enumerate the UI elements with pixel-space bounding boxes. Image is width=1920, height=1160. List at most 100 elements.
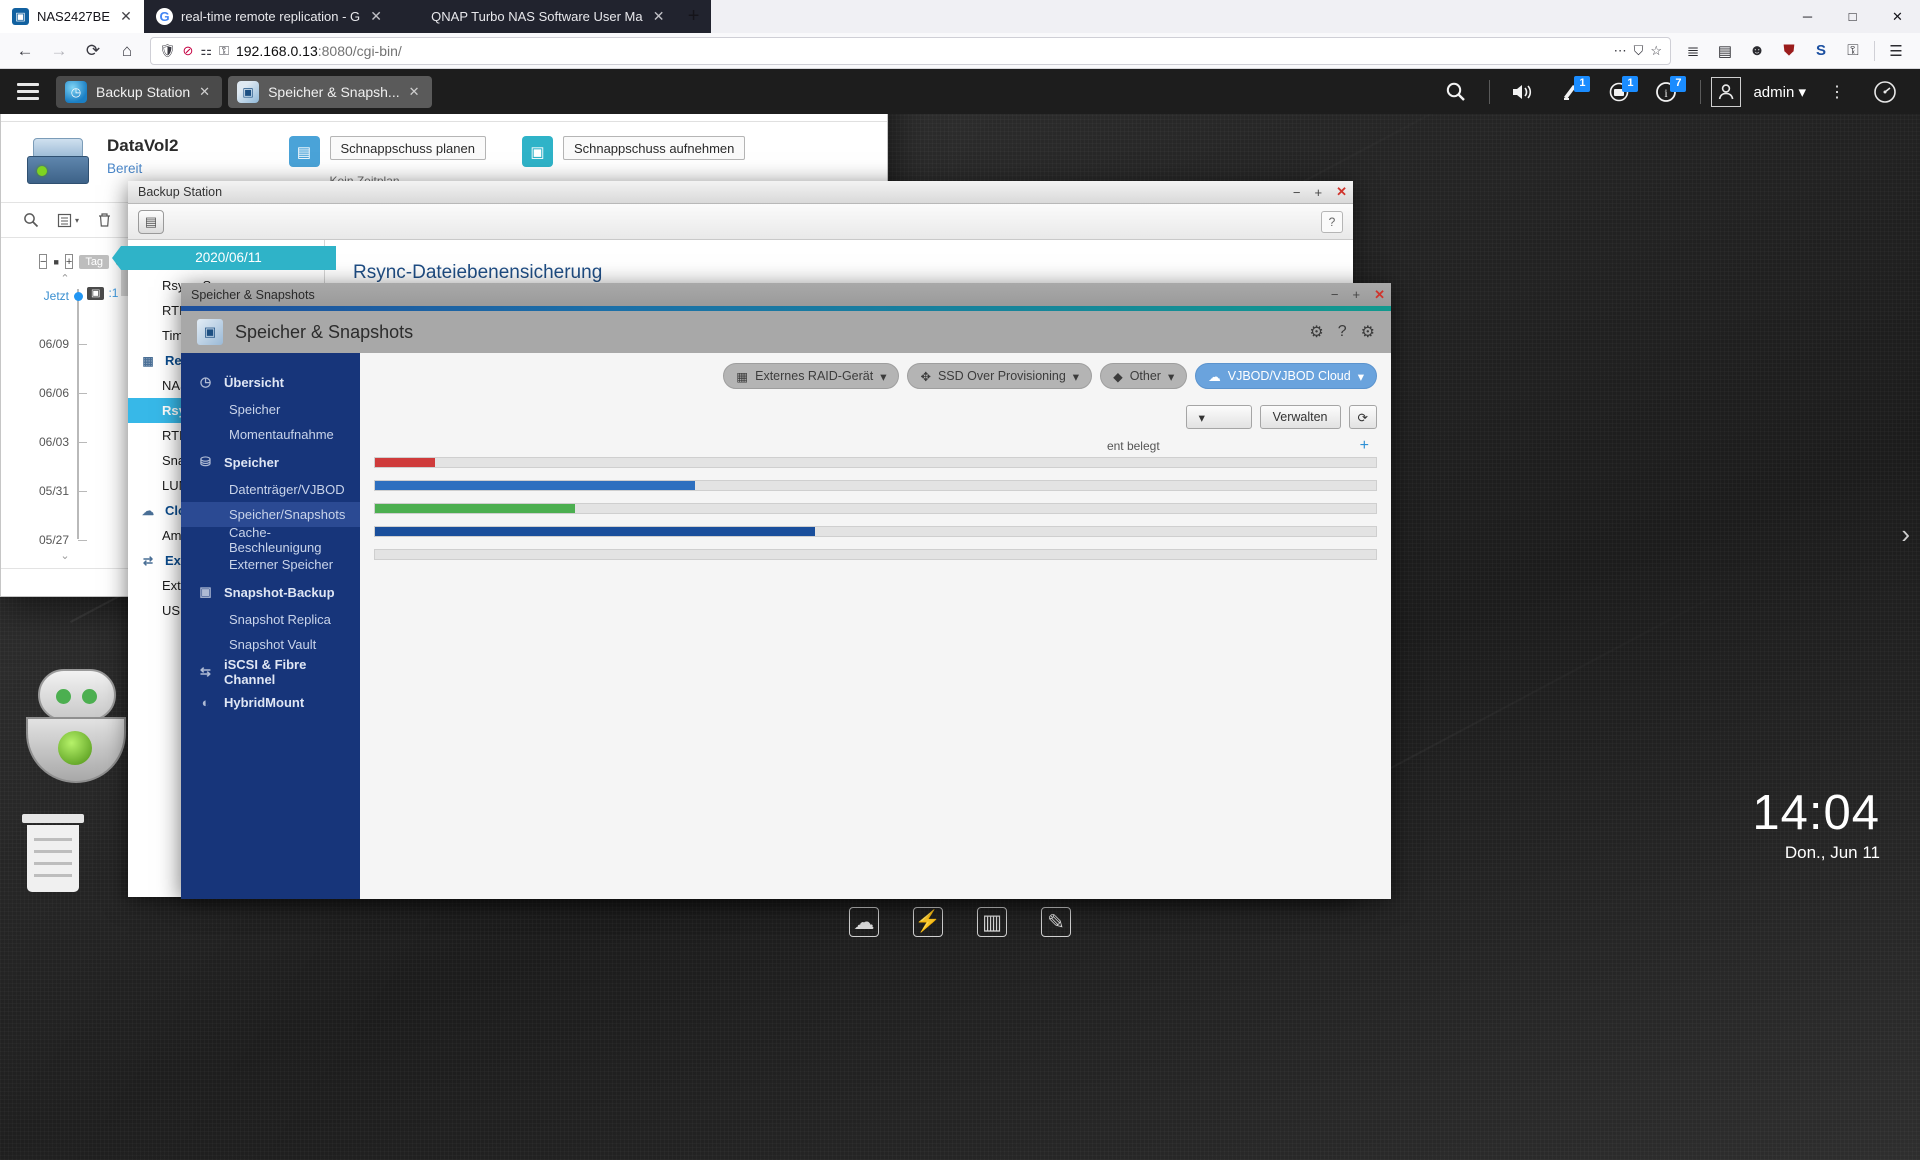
browser-tab-0[interactable]: ▣ NAS2427BE ✕	[0, 0, 144, 33]
close-icon[interactable]: ✕	[368, 8, 384, 25]
zoom-out-button[interactable]: −	[39, 254, 48, 269]
help-button[interactable]: ?	[1321, 210, 1343, 233]
browser-tab-2[interactable]: QNAP Turbo NAS Software User Ma ✕	[394, 0, 677, 33]
search-icon[interactable]	[1433, 69, 1479, 114]
scroll-up-icon[interactable]: ⌃	[9, 272, 121, 285]
pill-ssd-over-provisioning[interactable]: ✥ SSD Over Provisioning ▾	[907, 363, 1093, 389]
taskbar-item-storage-snapshots[interactable]: ▣ Speicher & Snapsh... ✕	[228, 75, 432, 108]
pill-vjbod-cloud[interactable]: ☁ VJBOD/VJBOD Cloud ▾	[1195, 363, 1377, 389]
nav-item-speicher[interactable]: ⛁ Speicher	[181, 447, 360, 477]
close-icon[interactable]: ✕	[199, 84, 210, 100]
library-icon[interactable]: ≣	[1677, 36, 1709, 66]
nav-item-externer-speicher[interactable]: Externer Speicher	[181, 552, 360, 577]
minimize-button[interactable]: −	[1293, 185, 1301, 200]
app-menu-icon[interactable]: ☰	[1880, 36, 1912, 66]
pill-other[interactable]: ◆ Other ▾	[1100, 363, 1188, 389]
close-button[interactable]: ✕	[1336, 184, 1347, 200]
add-icon[interactable]: +	[1360, 437, 1369, 455]
close-button[interactable]: ✕	[1875, 0, 1920, 33]
close-icon[interactable]: ✕	[409, 84, 420, 100]
minimize-button[interactable]: ─	[1785, 0, 1830, 33]
new-tab-button[interactable]: +	[676, 0, 711, 33]
close-button[interactable]: ✕	[1374, 287, 1385, 303]
maximize-button[interactable]: □	[1830, 0, 1875, 33]
nav-item-snapshot-replica[interactable]: Snapshot Replica	[181, 607, 360, 632]
nav-item-cache-beschleunigung[interactable]: Cache-Beschleunigung	[181, 525, 360, 555]
close-icon[interactable]: ✕	[118, 8, 134, 25]
back-icon[interactable]: ←	[8, 36, 42, 66]
settings-gear-icon[interactable]: ⚙	[1361, 322, 1375, 342]
home-icon[interactable]: ⌂	[110, 36, 144, 66]
pill-externes-raid-gerat[interactable]: ▦ Externes RAID-Gerät ▾	[723, 363, 900, 389]
nav-item-snapshot-backup[interactable]: ▣ Snapshot-Backup	[181, 577, 360, 607]
refresh-icon[interactable]: ⟳	[1348, 405, 1377, 429]
filter-dropdown[interactable]: ▾	[1185, 405, 1252, 429]
qboost-icon[interactable]: ⚡	[913, 907, 943, 937]
window-icon[interactable]: ▥	[977, 907, 1007, 937]
minimize-button[interactable]: −	[1331, 287, 1339, 302]
schedule-snapshot-button[interactable]: Schnappschuss planen	[329, 136, 486, 160]
storage-toolbar-pills: ▦ Externes RAID-Gerät ▾ ✥ SSD Over Provisio…	[360, 353, 1391, 399]
delete-icon[interactable]	[97, 212, 112, 228]
account-icon[interactable]: ☻	[1741, 36, 1773, 66]
notes-icon[interactable]: ✎	[1041, 907, 1071, 937]
nav-item-speicher-overview[interactable]: Speicher	[181, 397, 360, 422]
panel-toggle-icon[interactable]: ▤	[138, 209, 164, 234]
global-settings-icon[interactable]: ⚙	[1309, 322, 1323, 342]
pocket-icon[interactable]: ⛉	[1634, 43, 1644, 59]
list-view-icon[interactable]: ▾	[57, 213, 79, 228]
storage-snapshots-window: Speicher & Snapshots − + ✕ ▣ Speicher & …	[181, 283, 1391, 899]
cloud-icon[interactable]: ☁	[849, 907, 879, 937]
maximize-button[interactable]: +	[1315, 185, 1323, 200]
volume-icon[interactable]	[1500, 69, 1546, 114]
shield-icon[interactable]: 🛡	[159, 43, 176, 59]
no-cookie-icon[interactable]: ⊘	[183, 43, 194, 59]
scroll-down-icon[interactable]: ⌄	[9, 549, 121, 562]
user-menu[interactable]: admin ▾	[1753, 83, 1806, 101]
nav-item-iscsi-fibre-channel[interactable]: ⇆ iSCSI & Fibre Channel	[181, 657, 360, 687]
browser-tab-1[interactable]: G real-time remote replication - G ✕	[144, 0, 395, 33]
key-icon[interactable]: ⚿	[219, 43, 229, 59]
maximize-button[interactable]: +	[1353, 287, 1361, 302]
url-input[interactable]: 192.168.0.13:8080/cgi-bin/	[236, 43, 1607, 59]
external-devices-icon[interactable]: 1	[1596, 69, 1642, 114]
timeline-unit-chip[interactable]: Tag	[79, 254, 110, 269]
take-snapshot-button[interactable]: Schnappschuss aufnehmen	[562, 136, 746, 160]
nav-item-speicher-snapshots[interactable]: Speicher/Snapshots	[181, 502, 360, 527]
zoom-in-button[interactable]: +	[64, 254, 74, 269]
close-icon[interactable]: ✕	[651, 8, 667, 25]
background-tasks-icon[interactable]: 1	[1548, 69, 1594, 114]
more-options-icon[interactable]: ⋮	[1814, 69, 1860, 114]
window-title-bar[interactable]: Backup Station − + ✕	[128, 181, 1353, 204]
nav-item-snapshot-vault[interactable]: Snapshot Vault	[181, 632, 360, 657]
manage-button[interactable]: Verwalten	[1259, 405, 1341, 429]
bookmark-star-icon[interactable]: ☆	[1650, 43, 1662, 59]
avatar[interactable]	[1711, 76, 1742, 107]
s-extension-icon[interactable]: S	[1805, 36, 1837, 66]
keepass-icon[interactable]: ⚿	[1837, 36, 1869, 66]
search-icon[interactable]	[23, 212, 39, 228]
nav-item-momentaufnahme[interactable]: Momentaufnahme	[181, 422, 360, 447]
trash-icon[interactable]	[22, 814, 84, 892]
window-title-bar[interactable]: Speicher & Snapshots − + ✕	[181, 283, 1391, 306]
help-icon[interactable]: ?	[1338, 323, 1347, 341]
url-bar[interactable]: 🛡 ⊘ ⚏ ⚿ 192.168.0.13:8080/cgi-bin/ ⋯ ⛉ ☆	[150, 36, 1671, 65]
page-actions-icon[interactable]: ⋯	[1614, 43, 1627, 59]
nav-item-ubersicht[interactable]: ◷ Übersicht	[181, 367, 360, 397]
timeline-snapshot-marker[interactable]: ▣ :1	[87, 286, 118, 300]
next-page-arrow-icon[interactable]: ›	[1901, 519, 1910, 550]
forward-icon[interactable]: →	[42, 36, 76, 66]
timeline-handle[interactable]: ■	[53, 257, 58, 267]
taskbar-item-backup-station[interactable]: ◷ Backup Station ✕	[56, 75, 223, 108]
sidebar-icon[interactable]: ▤	[1709, 36, 1741, 66]
desktop-dock: ☁ ⚡ ▥ ✎	[0, 907, 1920, 937]
nav-item-datentrager-vjbod[interactable]: Datenträger/VJBOD	[181, 477, 360, 502]
nav-item-hybridmount[interactable]: ◐ HybridMount	[181, 687, 360, 717]
notifications-icon[interactable]: i 7	[1644, 69, 1690, 114]
ublock-icon[interactable]: ⛊	[1773, 36, 1805, 66]
permissions-icon[interactable]: ⚏	[200, 43, 212, 59]
main-menu-icon[interactable]	[0, 69, 56, 114]
nav-item-label: Übersicht	[224, 374, 284, 390]
dashboard-icon[interactable]	[1862, 69, 1908, 114]
reload-icon[interactable]: ⟳	[76, 36, 110, 66]
